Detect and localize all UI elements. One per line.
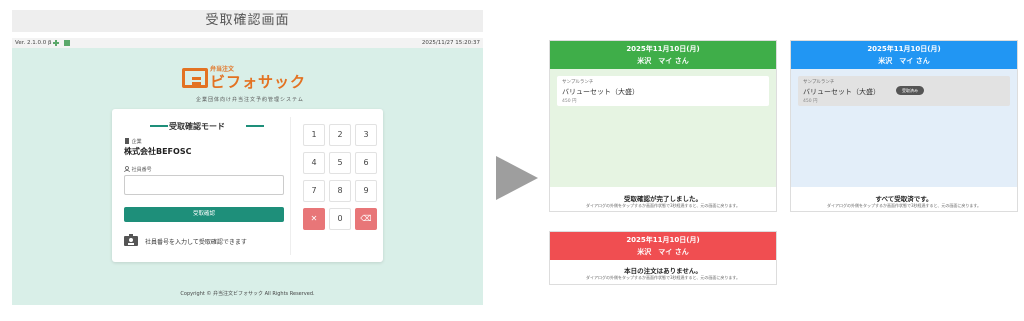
result-message: 本日の注文はありません。	[624, 267, 702, 275]
result-panel-received[interactable]: 2025年11月10日(月) 米沢 マイ さん サンプルランチ バリューセット（…	[790, 40, 1018, 212]
item-name: バリューセット（大盛）	[562, 88, 639, 96]
panel-body: サンプルランチ バリューセット（大盛） 450 円	[550, 69, 776, 187]
result-subtext: ダイアログの外側をタップするか画面作状態で3秒経過すると、元の画面に戻ります。	[586, 203, 740, 208]
confirm-button[interactable]: 受取確認	[124, 207, 284, 222]
settings-icon[interactable]	[53, 40, 59, 46]
backspace-key[interactable]: ⌫	[355, 208, 377, 230]
panel-date: 2025年11月10日(月)	[626, 236, 700, 244]
result-subtext: ダイアログの外側をタップするか画面作状態で3秒経過すると、元の画面に戻ります。	[827, 203, 981, 208]
received-badge: 受取済み	[896, 86, 924, 95]
panel-user-name: 米沢 マイ さん	[637, 57, 689, 65]
result-message: 受取確認が完了しました。	[624, 195, 702, 203]
key-0[interactable]: 0	[329, 208, 351, 230]
logo-mark	[182, 68, 208, 88]
item-price: 450 円	[803, 99, 818, 104]
order-item: サンプルランチ バリューセット（大盛） 450 円	[557, 76, 769, 106]
result-message: すべて受取済です。	[875, 195, 933, 203]
key-3[interactable]: 3	[355, 124, 377, 146]
panel-body: サンプルランチ バリューセット（大盛） 450 円 受取済み	[791, 69, 1017, 187]
panel-header: 2025年11月10日(月) 米沢 マイ さん	[550, 232, 776, 260]
panel-user-name: 米沢 マイ さん	[637, 248, 689, 256]
logo-main-text: ビフォサック	[210, 73, 307, 91]
logo-subtitle: 企業団体向け弁当注文予約管理システム	[196, 97, 304, 103]
status-bar: Ver. 2.1.0.0 β 2025/11/27 15:20:37	[12, 38, 483, 48]
item-category: サンプルランチ	[803, 80, 835, 85]
panel-header: 2025年11月10日(月) 米沢 マイ さん	[550, 41, 776, 69]
employee-number-input[interactable]	[124, 175, 284, 195]
input-hint: 社員番号を入力して受取確認できます	[145, 239, 247, 246]
logo: 弁当注文 ビフォサック 企業団体向け弁当注文予約管理システム	[182, 64, 322, 106]
datetime-label: 2025/11/27 15:20:37	[421, 40, 480, 46]
panel-user-name: 米沢 マイ さん	[878, 57, 930, 65]
page-banner: 受取確認画面	[12, 10, 483, 32]
key-2[interactable]: 2	[329, 124, 351, 146]
grid-icon[interactable]	[64, 40, 70, 46]
title-divider-right	[246, 125, 264, 127]
result-panel-success[interactable]: 2025年11月10日(月) 米沢 マイ さん サンプルランチ バリューセット（…	[549, 40, 777, 212]
key-6[interactable]: 6	[355, 152, 377, 174]
copyright: Copyright © 弁当注文ビフォサック All Rights Reserv…	[180, 291, 315, 297]
result-subtext: ダイアログの外側をタップするか画面作状態で3秒経過すると、元の画面に戻ります。	[586, 275, 740, 280]
panel-header: 2025年11月10日(月) 米沢 マイ さん	[791, 41, 1017, 69]
key-4[interactable]: 4	[303, 152, 325, 174]
company-label: 企業	[124, 138, 142, 145]
employee-label: 社員番号	[124, 166, 152, 173]
key-5[interactable]: 5	[329, 152, 351, 174]
app-screen: Ver. 2.1.0.0 β 2025/11/27 15:20:37 弁当注文 …	[12, 38, 483, 305]
building-icon	[125, 138, 129, 144]
version-label: Ver. 2.1.0.0 β	[15, 40, 52, 46]
key-7[interactable]: 7	[303, 180, 325, 202]
panel-date: 2025年11月10日(月)	[626, 45, 700, 53]
item-category: サンプルランチ	[562, 80, 594, 85]
item-name: バリューセット（大盛）	[803, 88, 880, 96]
card-divider	[290, 117, 291, 255]
right-triangle-icon	[496, 156, 538, 200]
page-title: 受取確認画面	[205, 13, 290, 28]
key-8[interactable]: 8	[329, 180, 351, 202]
id-card-icon	[124, 234, 138, 246]
mode-title: 受取確認モード	[169, 122, 225, 131]
order-item: サンプルランチ バリューセット（大盛） 450 円 受取済み	[798, 76, 1010, 106]
key-9[interactable]: 9	[355, 180, 377, 202]
company-name: 株式会社BEFOSC	[124, 147, 192, 156]
key-1[interactable]: 1	[303, 124, 325, 146]
result-panel-no-order[interactable]: 2025年11月10日(月) 米沢 マイ さん 本日の注文はありません。 ダイア…	[549, 231, 777, 285]
panel-date: 2025年11月10日(月)	[867, 45, 941, 53]
clear-key[interactable]: ✕	[303, 208, 325, 230]
item-price: 450 円	[562, 99, 577, 104]
person-icon	[124, 166, 130, 173]
receipt-card: 受取確認モード 企業 株式会社BEFOSC 社員番号 受取確認 社員番号を入力し…	[112, 109, 383, 262]
